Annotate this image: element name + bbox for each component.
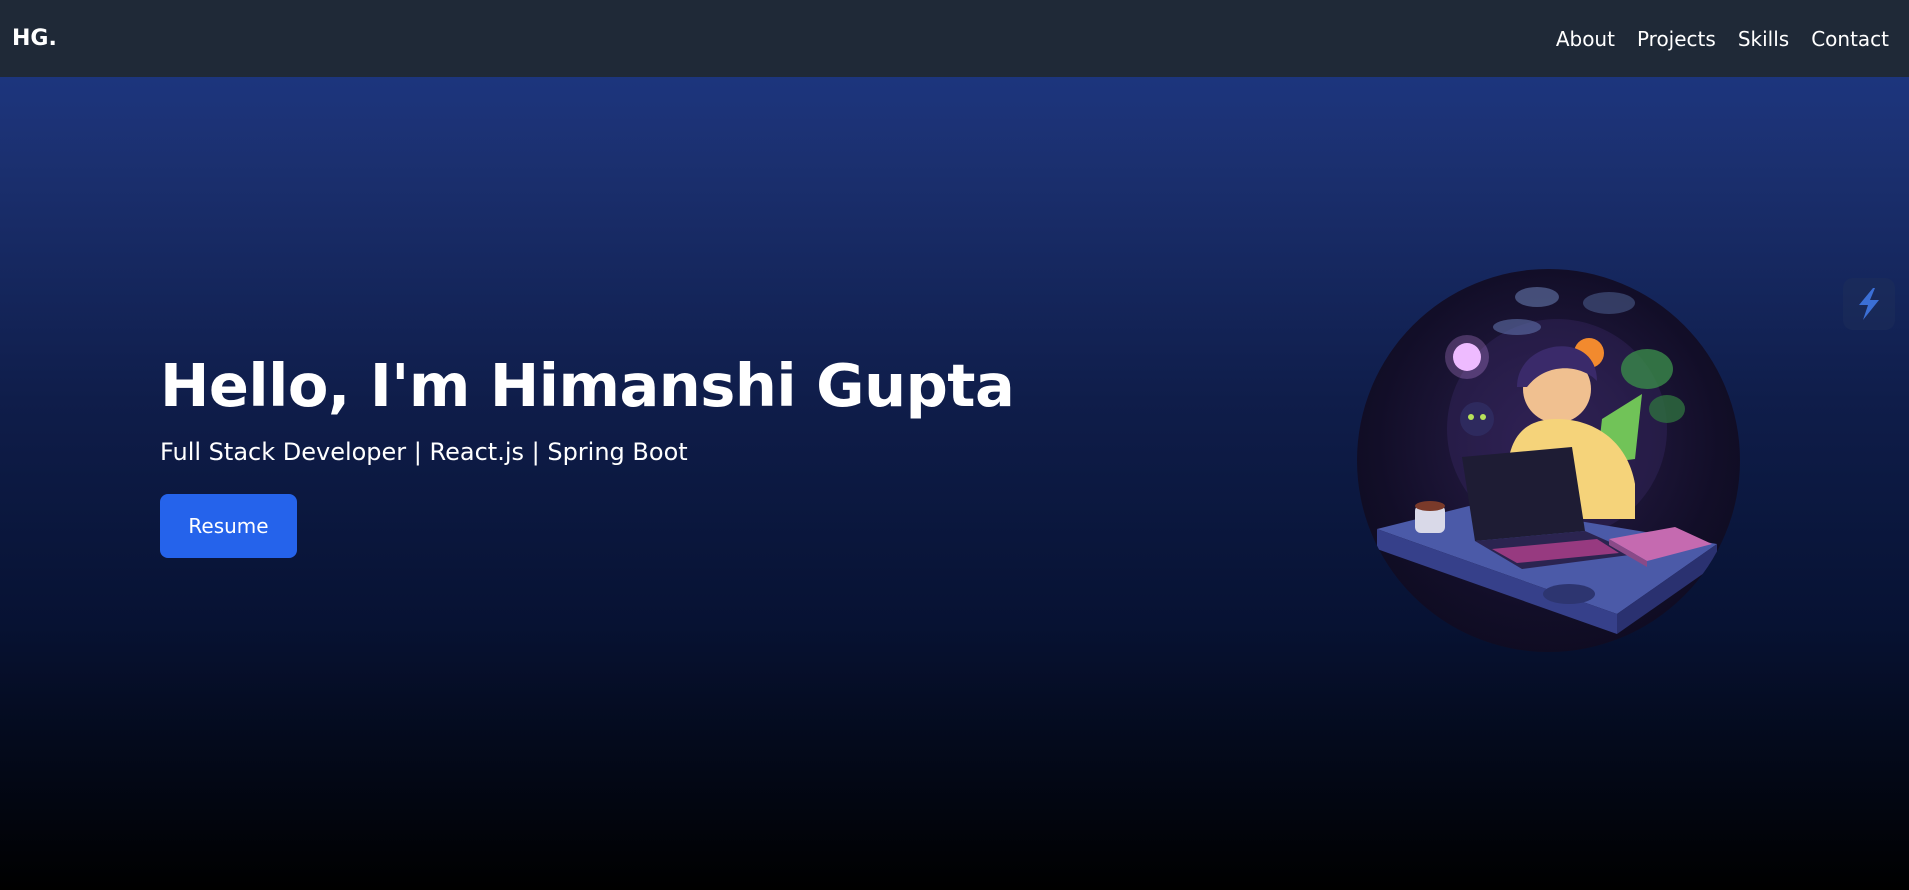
hero-title: Hello, I'm Himanshi Gupta — [160, 351, 1015, 420]
lightning-bolt-icon[interactable] — [1843, 278, 1895, 330]
nav-link-about[interactable]: About — [1556, 27, 1615, 51]
hero-subtitle: Full Stack Developer | React.js | Spring… — [160, 438, 688, 466]
nav-link-projects[interactable]: Projects — [1637, 27, 1716, 51]
nav-link-contact[interactable]: Contact — [1811, 27, 1889, 51]
site-logo[interactable]: HG. — [12, 26, 57, 51]
avatar-illustration — [1357, 269, 1740, 652]
resume-button[interactable]: Resume — [160, 494, 297, 558]
nav-links: About Projects Skills Contact — [1556, 27, 1897, 51]
top-navbar: HG. About Projects Skills Contact — [0, 0, 1909, 77]
nav-link-skills[interactable]: Skills — [1738, 27, 1789, 51]
hero-section: Hello, I'm Himanshi Gupta Full Stack Dev… — [160, 348, 1015, 558]
